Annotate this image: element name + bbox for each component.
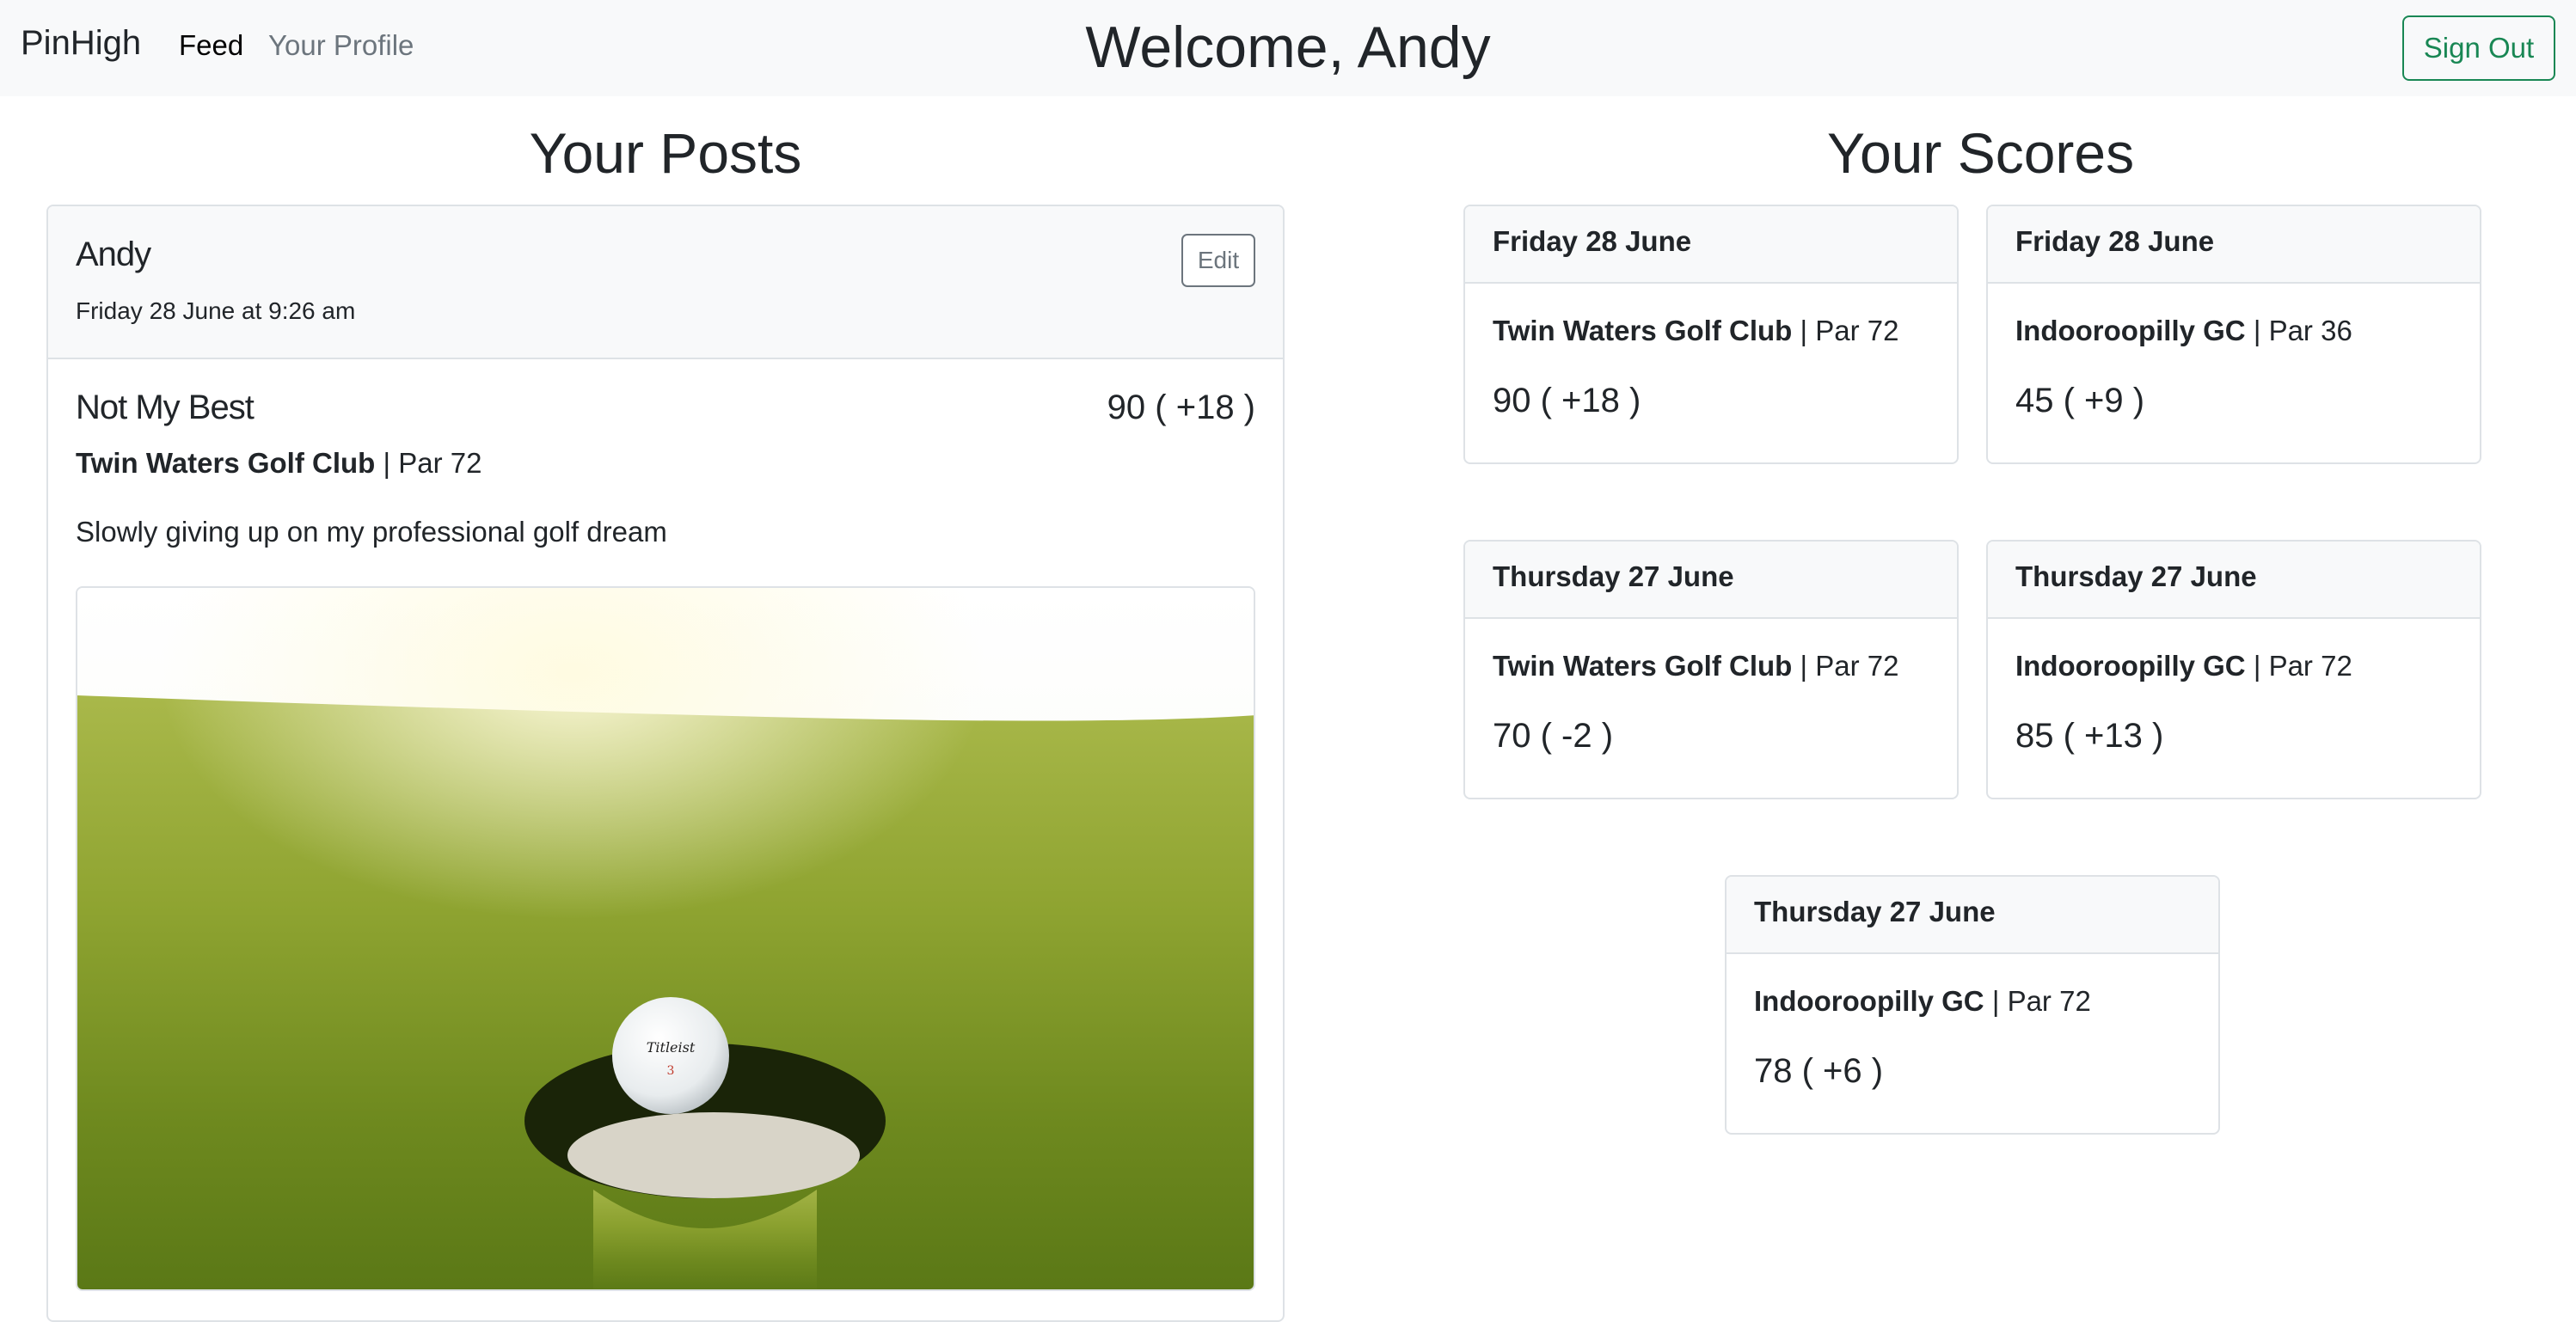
sign-out-button[interactable]: Sign Out	[2402, 15, 2555, 81]
post-author: Andy	[76, 236, 151, 273]
score-card-date: Friday 28 June	[1465, 206, 1957, 284]
score-card: Friday 28 June Twin Waters Golf Club | P…	[1463, 205, 1959, 464]
score-card-date: Thursday 27 June	[1727, 877, 2218, 954]
score-card: Thursday 27 June Indooroopilly GC | Par …	[1725, 875, 2220, 1135]
post-score: 90 ( +18 )	[1107, 389, 1255, 426]
post-course-name: Twin Waters Golf Club	[76, 447, 376, 479]
score-card-score: 78 ( +6 )	[1754, 1052, 1884, 1090]
score-card-date: Thursday 27 June	[1988, 542, 2480, 619]
post-image: Titleist 3	[76, 586, 1255, 1291]
score-card-par: | Par 72	[2245, 650, 2352, 682]
edit-post-button[interactable]: Edit	[1181, 234, 1255, 287]
score-card-course-name: Indooroopilly GC	[1754, 985, 1984, 1017]
svg-text:Titleist: Titleist	[647, 1039, 696, 1056]
scores-section-title: Your Scores	[1827, 121, 2135, 185]
post-course-par: | Par 72	[375, 447, 482, 479]
score-card-course: Indooroopilly GC | Par 36	[2015, 315, 2352, 347]
score-card-course-name: Indooroopilly GC	[2015, 650, 2246, 682]
score-card-course: Twin Waters Golf Club | Par 72	[1493, 315, 1898, 347]
post-body-text: Slowly giving up on my professional golf…	[76, 516, 667, 548]
svg-text:3: 3	[667, 1064, 675, 1078]
score-card-par: | Par 36	[2245, 315, 2352, 346]
post-card: Andy Friday 28 June at 9:26 am Edit Not …	[46, 205, 1285, 1322]
score-card-course-name: Twin Waters Golf Club	[1493, 315, 1793, 346]
posts-section-title: Your Posts	[529, 121, 802, 185]
score-card-course: Indooroopilly GC | Par 72	[2015, 650, 2352, 682]
score-card-course: Twin Waters Golf Club | Par 72	[1493, 650, 1898, 682]
score-card-date: Friday 28 June	[1988, 206, 2480, 284]
score-card-course-name: Indooroopilly GC	[2015, 315, 2246, 346]
score-card-par: | Par 72	[1984, 985, 2091, 1017]
score-card: Thursday 27 June Twin Waters Golf Club |…	[1463, 540, 1959, 799]
score-card-score: 70 ( -2 )	[1493, 717, 1614, 755]
post-course: Twin Waters Golf Club | Par 72	[76, 447, 481, 480]
post-header: Andy Friday 28 June at 9:26 am Edit	[48, 206, 1283, 359]
nav-feed-link[interactable]: Feed	[179, 29, 243, 62]
score-card-par: | Par 72	[1792, 650, 1899, 682]
score-card-score: 90 ( +18 )	[1493, 382, 1641, 419]
post-title: Not My Best	[76, 389, 255, 426]
score-card-score: 85 ( +13 )	[2015, 717, 2164, 755]
score-card: Friday 28 June Indooroopilly GC | Par 36…	[1986, 205, 2481, 464]
nav-profile-link[interactable]: Your Profile	[268, 29, 414, 62]
post-date: Friday 28 June at 9:26 am	[76, 297, 356, 324]
score-card-course: Indooroopilly GC | Par 72	[1754, 985, 2091, 1018]
score-card-course-name: Twin Waters Golf Club	[1493, 650, 1793, 682]
score-card-score: 45 ( +9 )	[2015, 382, 2145, 419]
score-card: Thursday 27 June Indooroopilly GC | Par …	[1986, 540, 2481, 799]
brand-link[interactable]: PinHigh	[21, 24, 141, 63]
golf-ball-photo: Titleist 3	[77, 588, 1254, 1289]
score-card-date: Thursday 27 June	[1465, 542, 1957, 619]
navbar: PinHigh Feed Your Profile Welcome, Andy …	[0, 0, 2576, 96]
score-card-par: | Par 72	[1792, 315, 1899, 346]
